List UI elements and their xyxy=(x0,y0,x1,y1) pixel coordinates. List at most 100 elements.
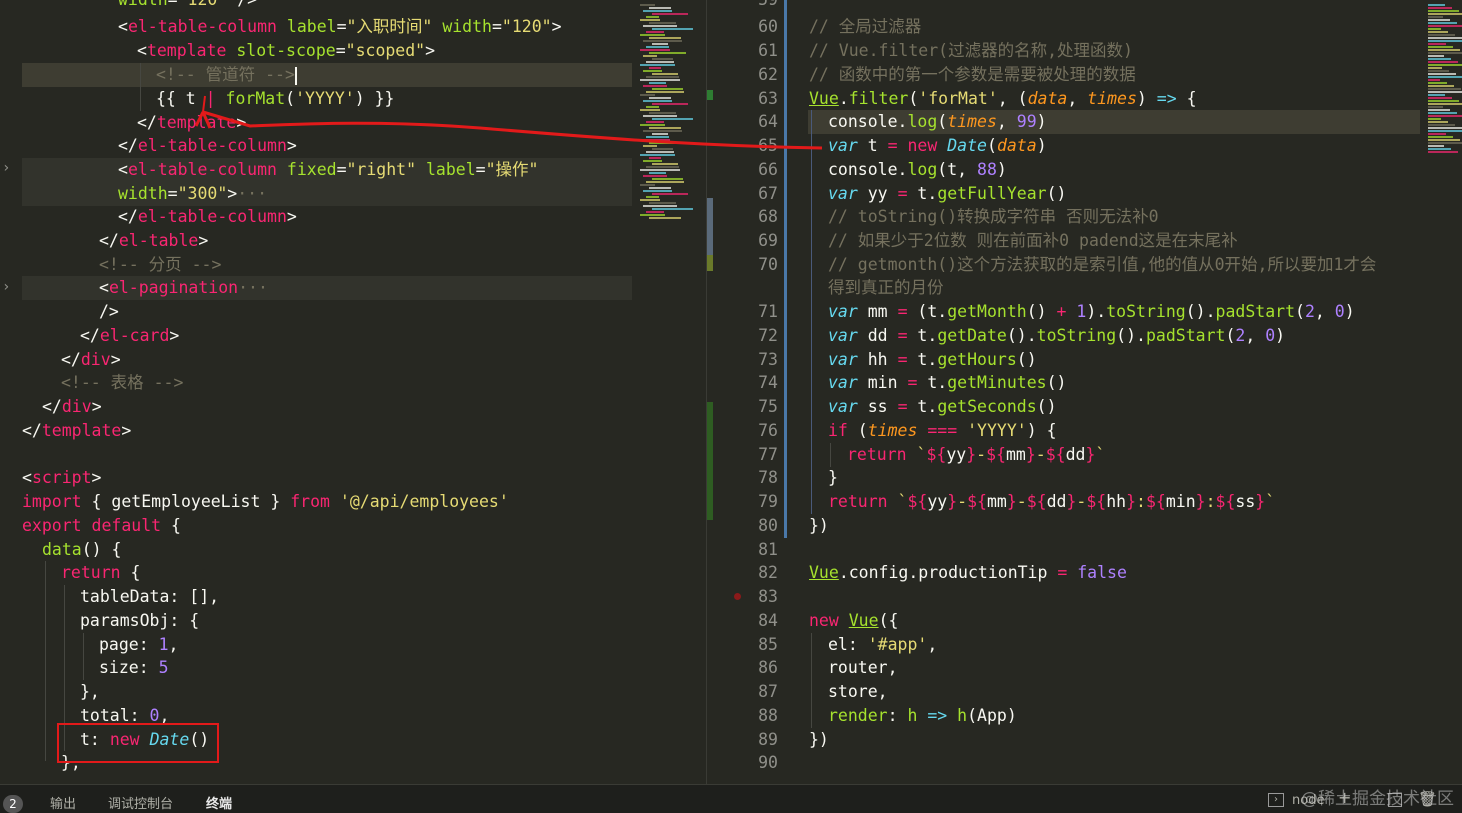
code-line[interactable]: return `${yy}-${mm}-${dd}` xyxy=(847,443,1105,467)
code-line[interactable]: size: 5 xyxy=(99,656,169,680)
right-editor[interactable]: 59 60 // 全局过滤器 61 // Vue.filter(过滤器的名称,处理函数)… xyxy=(724,0,1462,784)
line-number: 65 xyxy=(758,136,778,155)
right-minimap[interactable] xyxy=(1424,0,1462,784)
minimap-line xyxy=(1428,28,1441,30)
code-line[interactable]: </el-card> xyxy=(80,324,179,348)
code-line[interactable]: // 函数中的第一个参数是需要被处理的数据 xyxy=(809,63,1136,87)
code-line[interactable]: <template slot-scope="scoped"> xyxy=(137,39,435,63)
code-line[interactable]: var hh = t.getHours() xyxy=(828,348,1037,372)
minimap-line xyxy=(1428,127,1462,129)
line-number: 88 xyxy=(758,706,778,725)
minimap-line xyxy=(640,19,660,21)
line-number: 74 xyxy=(758,373,778,392)
editor-split-gutter[interactable] xyxy=(706,0,724,784)
code-line[interactable]: </el-table-column> xyxy=(118,134,297,158)
code-line[interactable]: el: '#app', xyxy=(828,633,937,657)
tab-terminal[interactable]: 终端 xyxy=(206,793,232,812)
code-line[interactable]: render: h => h(App) xyxy=(828,704,1017,728)
indent-guide xyxy=(830,443,831,467)
line-number: 59 xyxy=(724,0,778,12)
code-line[interactable]: var mm = (t.getMonth() + 1).toString().p… xyxy=(828,300,1355,324)
left-editor[interactable]: › › width="120" /> <el-table-column label… xyxy=(0,0,706,784)
minimap-line xyxy=(1428,43,1446,45)
code-line[interactable]: router, xyxy=(828,656,898,680)
minimap-line xyxy=(649,157,661,159)
code-line[interactable]: <el-table-column fixed="right" label="操作… xyxy=(118,158,538,182)
fold-chevron-icon[interactable]: › xyxy=(2,279,10,295)
code-line[interactable]: Vue.filter('forMat', (data, times) => { xyxy=(809,87,1197,111)
code-line[interactable]: // 全局过滤器 xyxy=(809,15,921,39)
minimap-line xyxy=(1428,64,1462,66)
code-line[interactable]: {{ t | forMat('YYYY') }} xyxy=(156,87,394,111)
minimap-line xyxy=(646,61,674,63)
minimap-line xyxy=(640,169,680,171)
minimap-line xyxy=(652,58,673,60)
code-line[interactable]: width="300">··· xyxy=(118,182,267,206)
code-line[interactable]: var t = new Date(data) xyxy=(828,134,1047,158)
line-number: 64 xyxy=(758,112,778,131)
code-line[interactable]: </div> xyxy=(42,395,102,419)
code-line[interactable]: // Vue.filter(过滤器的名称,处理函数) xyxy=(809,39,1133,63)
minimap-line xyxy=(1428,130,1462,132)
code-line[interactable]: </el-table> xyxy=(99,229,208,253)
minimap-line xyxy=(643,190,672,192)
left-minimap[interactable] xyxy=(636,0,706,784)
code-line[interactable]: page: 1, xyxy=(99,633,178,657)
code-line[interactable]: </el-table-column> xyxy=(118,205,297,229)
minimap-line xyxy=(640,184,655,186)
code-line[interactable]: if (times === 'YYYY') { xyxy=(828,419,1057,443)
code-line[interactable]: new Vue({ xyxy=(809,609,898,633)
code-line[interactable]: console.log(times, 99) xyxy=(828,110,1047,134)
code-line[interactable]: export default { xyxy=(22,514,181,538)
minimap-line xyxy=(646,46,669,48)
minimap-line xyxy=(640,154,675,156)
code-line[interactable]: }) xyxy=(809,728,829,752)
code-line[interactable]: import { getEmployeeList } from '@/api/e… xyxy=(22,490,509,514)
code-line[interactable]: <!-- 表格 --> xyxy=(61,371,183,395)
code-line[interactable]: var dd = t.getDate().toString().padStart… xyxy=(828,324,1285,348)
minimap-line xyxy=(649,52,686,54)
tab-output[interactable]: 输出 xyxy=(50,793,76,812)
line-number: 83 xyxy=(758,587,778,606)
code-line[interactable]: data() { xyxy=(42,538,122,562)
minimap-line xyxy=(643,40,682,42)
code-line[interactable]: </template> xyxy=(22,419,131,443)
minimap-line xyxy=(1428,58,1451,60)
code-line[interactable]: 得到真正的月份 xyxy=(828,276,944,300)
code-line[interactable]: paramsObj: { xyxy=(80,609,199,633)
code-line[interactable]: var yy = t.getFullYear() xyxy=(828,182,1066,206)
code-line[interactable]: <!-- 分页 --> xyxy=(99,253,221,277)
minimap-line xyxy=(1428,124,1455,126)
line-number: 77 xyxy=(758,445,778,464)
code-line[interactable]: <el-table-column label="入职时间" width="120… xyxy=(118,15,562,39)
code-line[interactable]: <script> xyxy=(22,466,101,490)
code-line[interactable]: tableData: [], xyxy=(80,585,219,609)
tab-debug-console[interactable]: 调试控制台 xyxy=(108,793,173,812)
fold-chevron-icon[interactable]: › xyxy=(2,160,10,176)
code-line[interactable]: return { xyxy=(61,561,140,585)
minimap-line xyxy=(1428,37,1462,39)
code-line[interactable]: }) xyxy=(809,514,829,538)
code-line[interactable]: width="120" /> xyxy=(118,0,257,12)
code-line[interactable]: } xyxy=(828,466,838,490)
code-line[interactable]: return `${yy}-${mm}-${dd}-${hh}:${min}:$… xyxy=(828,490,1275,514)
code-line[interactable]: <el-pagination··· xyxy=(99,276,268,300)
problems-count-badge[interactable]: 2 xyxy=(3,795,23,813)
code-line[interactable]: var ss = t.getSeconds() xyxy=(828,395,1057,419)
code-line[interactable]: console.log(t, 88) xyxy=(828,158,1007,182)
minimap-line xyxy=(1428,151,1458,153)
code-line[interactable]: store, xyxy=(828,680,888,704)
code-line[interactable]: // toString()转换成字符串 否则无法补0 xyxy=(828,205,1159,229)
code-line[interactable]: <!-- 管道符 --> xyxy=(156,63,297,87)
code-line[interactable]: }, xyxy=(80,680,100,704)
minimap-line xyxy=(1428,136,1453,138)
minimap-line xyxy=(649,172,666,174)
code-line[interactable]: // 如果少于2位数 则在前面补0 padend这是在末尾补 xyxy=(828,229,1238,253)
code-line[interactable]: // getmonth()这个方法获取的是索引值,他的值从0开始,所以要加1才会 xyxy=(828,253,1376,277)
code-line[interactable]: /> xyxy=(99,300,119,324)
code-line[interactable]: Vue.config.productionTip = false xyxy=(809,561,1127,585)
code-line[interactable]: </div> xyxy=(61,348,121,372)
minimap-line xyxy=(640,214,665,216)
code-line[interactable]: var min = t.getMinutes() xyxy=(828,371,1066,395)
code-line[interactable]: </template> xyxy=(137,111,246,135)
